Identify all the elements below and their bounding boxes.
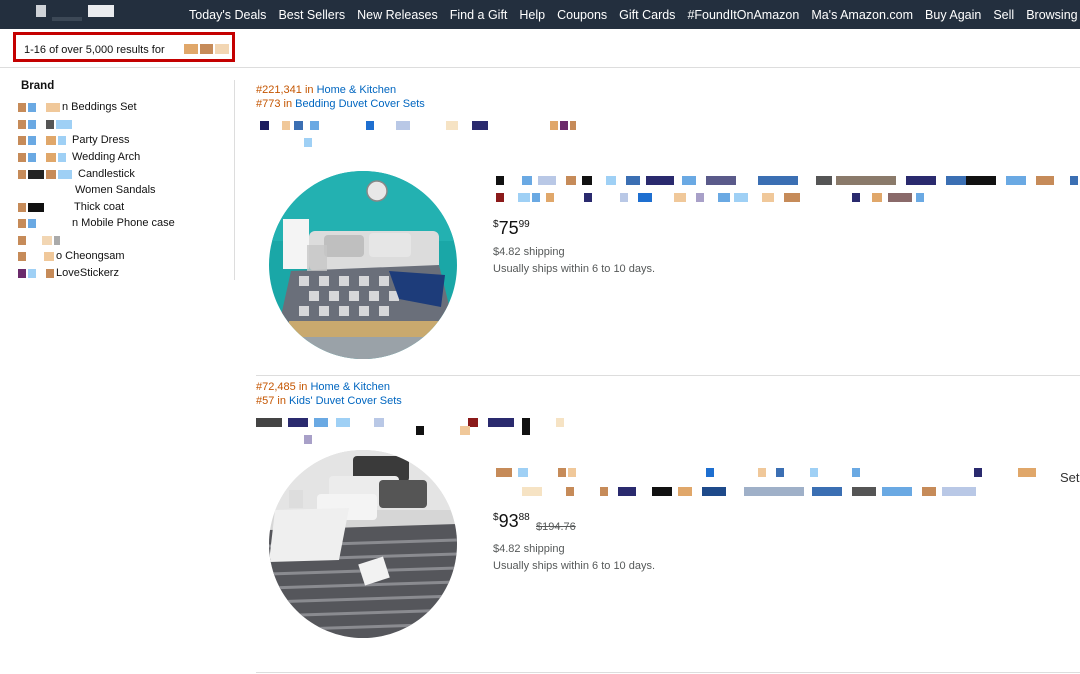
rank-line-1: #72,485 in Home & Kitchen — [256, 380, 1080, 394]
nav-coupons[interactable]: Coupons — [553, 8, 615, 22]
brand-label: n Beddings Set — [62, 101, 137, 113]
brand-item-thick-coat[interactable]: Thick coat — [18, 200, 124, 214]
product-title-redacted-2 — [522, 487, 1022, 496]
rank-line-2: #57 in Kids' Duvet Cover Sets — [256, 394, 1080, 408]
brand-item-lovestickerz[interactable]: LoveStickerz — [18, 266, 119, 280]
rank-line-1: #221,341 in Home & Kitchen — [256, 83, 1080, 97]
brand-label: Party Dress — [72, 134, 130, 146]
rank-category-link[interactable]: Home & Kitchen — [317, 84, 396, 96]
nav-help[interactable]: Help — [515, 8, 553, 22]
sidebar-divider — [234, 80, 235, 280]
brand-item-mobile-phone-case[interactable]: n Mobile Phone case — [18, 216, 175, 230]
results-summary: 1-16 of over 5,000 results for — [24, 44, 165, 56]
brand-item-redacted[interactable] — [18, 117, 74, 131]
brand-item-women-sandals[interactable]: Women Sandals — [18, 183, 156, 197]
seller-name-redacted — [260, 121, 580, 130]
nav-find-a-gift[interactable]: Find a Gift — [446, 8, 516, 22]
nav-found-it-on-amazon[interactable]: #FoundItOnAmazon — [683, 8, 807, 22]
brand-label: n Mobile Phone case — [72, 217, 175, 229]
brand-label: o Cheongsam — [56, 250, 125, 262]
shipping-cost: $4.82 shipping — [493, 543, 565, 555]
rank-in: in — [304, 84, 314, 96]
brand-label: Thick coat — [74, 201, 125, 213]
rank-number: #57 — [256, 395, 275, 407]
product-image[interactable] — [269, 171, 457, 359]
seller-name-redacted-3 — [304, 435, 314, 444]
list-price: $194.76 — [536, 521, 576, 533]
brand-filter-title: Brand — [21, 80, 55, 92]
rank-in: in — [298, 381, 308, 393]
nav-my-amazon[interactable]: Ma's Amazon.com — [807, 8, 921, 22]
brand-item-beddings-set[interactable]: n Beddings Set — [18, 100, 137, 114]
nav-todays-deals[interactable]: Today's Deals — [189, 8, 274, 22]
rank-in: in — [283, 98, 293, 110]
nav-new-releases[interactable]: New Releases — [353, 8, 446, 22]
amazon-logo[interactable] — [30, 3, 120, 25]
seller-name-redacted-2 — [304, 138, 314, 147]
product-title-redacted — [496, 176, 1080, 185]
brand-item-redacted[interactable] — [18, 233, 62, 247]
brand-item-cheongsam[interactable]: o Cheongsam — [18, 249, 125, 263]
product-title-redacted — [496, 468, 1076, 477]
nav-gift-cards[interactable]: Gift Cards — [615, 8, 683, 22]
brand-label: Wedding Arch — [72, 151, 141, 163]
ships-within: Usually ships within 6 to 10 days. — [493, 263, 656, 275]
brand-item-party-dress[interactable]: Party Dress — [18, 133, 129, 147]
nav-links: Today's Deals Best Sellers New Releases … — [189, 0, 1080, 29]
result-separator — [256, 672, 1080, 673]
nav-buy-again[interactable]: Buy Again — [921, 8, 989, 22]
brand-label: Women Sandals — [75, 184, 156, 196]
results-highlight-box: 1-16 of over 5,000 results for — [13, 32, 235, 62]
top-nav-bar: Today's Deals Best Sellers New Releases … — [0, 0, 1080, 29]
nav-best-sellers[interactable]: Best Sellers — [274, 8, 353, 22]
product-card: #221,341 in Home & Kitchen #773 in Beddi… — [256, 83, 1080, 359]
product-price[interactable]: $9388 — [493, 511, 530, 532]
ships-within: Usually ships within 6 to 10 days. — [493, 560, 656, 572]
brand-label: LoveStickerz — [56, 267, 119, 279]
bed-teal-room-image — [269, 171, 457, 359]
rank-number: #72,485 — [256, 381, 296, 393]
rank-number: #221,341 — [256, 84, 302, 96]
product-card: #72,485 in Home & Kitchen #57 in Kids' D… — [256, 380, 1080, 638]
rank-in: in — [277, 395, 286, 407]
brand-item-wedding-arch[interactable]: Wedding Arch — [18, 150, 140, 164]
brand-filter-sidebar: Brand n Beddings Set Party Dress Wedding… — [0, 78, 236, 280]
results-bar: 1-16 of over 5,000 results for — [0, 29, 1080, 68]
rank-category-link[interactable]: Kids' Duvet Cover Sets — [289, 395, 402, 407]
product-title-tail: Set — [1060, 470, 1080, 485]
rank-number: #773 — [256, 98, 281, 110]
product-title-redacted-2 — [496, 193, 926, 202]
bed-striped-grey-image — [269, 450, 457, 638]
product-image[interactable] — [269, 450, 457, 638]
rank-line-2: #773 in Bedding Duvet Cover Sets — [256, 97, 1080, 111]
shipping-cost: $4.82 shipping — [493, 246, 565, 258]
rank-category-link[interactable]: Home & Kitchen — [310, 381, 389, 393]
nav-browsing-history[interactable]: Browsing Histo — [1022, 8, 1080, 22]
nav-sell[interactable]: Sell — [989, 8, 1022, 22]
result-separator — [256, 375, 1080, 376]
brand-label: Candlestick — [78, 168, 135, 180]
search-query-redacted — [184, 44, 230, 54]
product-price[interactable]: $7599 — [493, 218, 530, 239]
seller-name-redacted-2 — [416, 426, 536, 435]
brand-item-candlestick[interactable]: Candlestick — [18, 167, 135, 181]
rank-category-link[interactable]: Bedding Duvet Cover Sets — [295, 98, 425, 110]
